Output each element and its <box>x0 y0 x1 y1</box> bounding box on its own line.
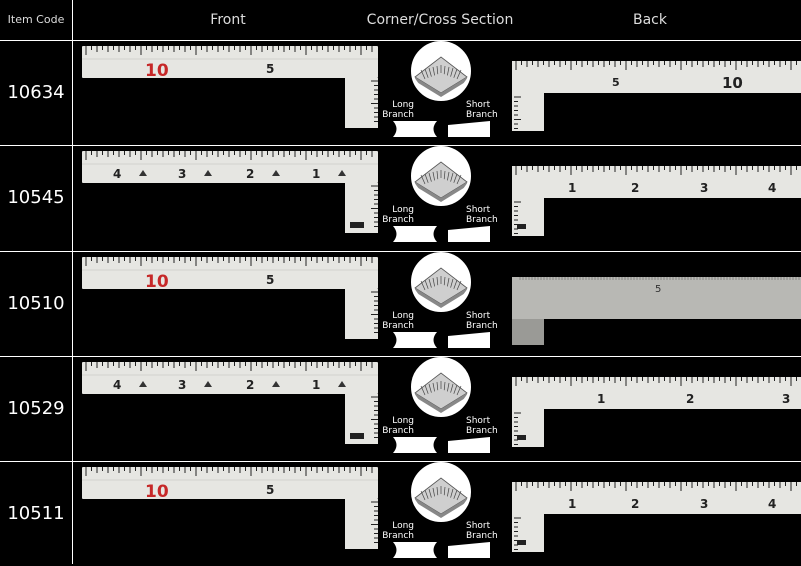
table-row: 10634 10 5 Long Branch Short Branch 5 10 <box>0 41 801 145</box>
long-branch-label: Long <box>392 205 414 215</box>
front-scale-number: 2 <box>246 167 254 181</box>
header-front: Front <box>210 12 246 28</box>
ruler-images: 4 3 2 1LongBranchShortBranch1 2 3 4 <box>82 146 801 242</box>
back-square-ruler: 5 <box>512 277 801 345</box>
short-branch-label: Branch <box>466 531 498 541</box>
back-scale-number: 1 <box>568 497 576 511</box>
front-scale-number: 4 <box>113 378 121 392</box>
back-scale-number: 10 <box>722 74 743 92</box>
short-branch-label: Branch <box>466 110 498 120</box>
corner-cross-section: LongBranchShortBranch <box>382 41 498 137</box>
long-branch-cross-section-icon <box>393 437 437 453</box>
long-branch-cross-section-icon <box>393 332 437 348</box>
short-branch-label: Short <box>466 521 491 531</box>
back-scale-number: 4 <box>768 181 776 195</box>
back-scale-number: 4 <box>768 497 776 511</box>
front-scale-number: 10 <box>145 482 169 502</box>
header-item-code: Item Code <box>7 13 65 26</box>
front-scale-number: 1 <box>312 167 320 181</box>
long-branch-cross-section-icon <box>393 226 437 242</box>
long-branch-label: Branch <box>382 531 414 541</box>
front-scale-number: 3 <box>178 378 186 392</box>
header-back: Back <box>633 12 667 28</box>
short-branch-label: Short <box>466 205 491 215</box>
short-branch-label: Branch <box>466 426 498 436</box>
long-branch-label: Long <box>392 100 414 110</box>
front-square-ruler: 4 3 2 1 <box>82 151 378 233</box>
short-branch-cross-section-icon <box>448 121 490 137</box>
header-corner-cross-section: Corner/Cross Section <box>366 12 514 28</box>
front-square-ruler: 10 5 <box>82 467 378 549</box>
back-square-ruler: 1 2 3 4 <box>512 166 801 236</box>
ruler-images: 10 5LongBranchShortBranch1 2 3 4 <box>82 462 801 558</box>
long-branch-label: Long <box>392 311 414 321</box>
front-square-ruler: 4 3 2 1 <box>82 362 378 444</box>
front-scale-number: 10 <box>145 272 169 292</box>
front-scale-number: 4 <box>113 167 121 181</box>
ruler-images: 10 5LongBranchShortBranch5 10 <box>82 41 801 137</box>
long-branch-label: Branch <box>382 321 414 331</box>
front-scale-number: 3 <box>178 167 186 181</box>
short-branch-cross-section-icon <box>448 226 490 242</box>
short-branch-label: Branch <box>466 215 498 225</box>
front-scale-number: 10 <box>145 61 169 81</box>
long-branch-label: Long <box>392 521 414 531</box>
corner-cross-section: LongBranchShortBranch <box>382 252 498 348</box>
short-branch-cross-section-icon <box>448 332 490 348</box>
front-square-ruler: 10 5 <box>82 46 378 128</box>
back-scale-number: 2 <box>631 497 639 511</box>
back-scale-number: 3 <box>700 181 708 195</box>
table-row: 10529 4 3 2 1 Long Branch Short Branch 1 2 3 <box>0 357 801 461</box>
back-scale-number: 2 <box>686 392 694 406</box>
back-scale-number: 3 <box>782 392 790 406</box>
short-branch-cross-section-icon <box>448 437 490 453</box>
back-scale-number: 3 <box>700 497 708 511</box>
short-branch-label: Short <box>466 416 491 426</box>
back-scale-number: 1 <box>597 392 605 406</box>
corner-cross-section: LongBranchShortBranch <box>382 357 498 453</box>
short-branch-cross-section-icon <box>448 542 490 558</box>
long-branch-label: Branch <box>382 215 414 225</box>
corner-cross-section: LongBranchShortBranch <box>382 462 498 558</box>
table-row: 10510 10 5 Long Branch Short Branch 5 <box>0 252 801 356</box>
long-branch-label: Branch <box>382 110 414 120</box>
back-scale-number: 5 <box>655 284 661 295</box>
back-square-ruler: 1 2 3 <box>512 377 801 447</box>
long-branch-cross-section-icon <box>393 121 437 137</box>
front-scale-number: 2 <box>246 378 254 392</box>
table-row: 10545 4 3 2 1 Long Branch Short Branch 1 2 3 4 <box>0 146 801 250</box>
front-scale-number: 5 <box>266 273 274 287</box>
front-scale-number: 5 <box>266 483 274 497</box>
back-square-ruler: 5 10 <box>512 61 801 131</box>
back-scale-number: 2 <box>631 181 639 195</box>
ruler-images: 4 3 2 1LongBranchShortBranch1 2 3 <box>82 357 801 453</box>
short-branch-label: Short <box>466 311 491 321</box>
long-branch-cross-section-icon <box>393 542 437 558</box>
short-branch-label: Branch <box>466 321 498 331</box>
long-branch-label: Long <box>392 416 414 426</box>
back-square-ruler: 1 2 3 4 <box>512 482 801 552</box>
front-scale-number: 5 <box>266 62 274 76</box>
back-scale-number: 1 <box>568 181 576 195</box>
long-branch-label: Branch <box>382 426 414 436</box>
front-scale-number: 1 <box>312 378 320 392</box>
back-scale-number: 5 <box>612 76 620 89</box>
short-branch-label: Short <box>466 100 491 110</box>
corner-cross-section: LongBranchShortBranch <box>382 146 498 242</box>
front-square-ruler: 10 5 <box>82 257 378 339</box>
ruler-images: 10 5LongBranchShortBranch5 <box>82 252 801 348</box>
table-row: 10511 10 5 Long Branch Short Branch 1 2 3 4 <box>0 462 801 566</box>
